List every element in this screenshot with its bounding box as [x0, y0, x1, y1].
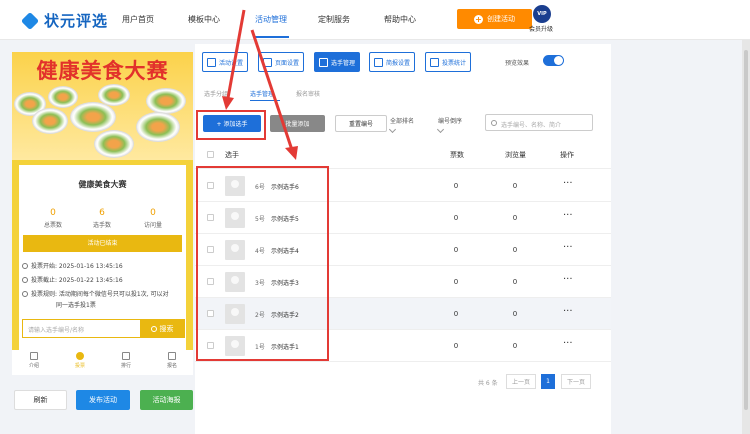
preview-tab-intro[interactable]: 介绍 [14, 352, 54, 369]
select-all-checkbox[interactable] [207, 151, 214, 158]
refresh-button[interactable]: 刷新 [14, 390, 67, 410]
chevron-down-icon [388, 125, 397, 134]
column-votes[interactable]: 票数 [450, 150, 464, 160]
column-views[interactable]: 浏览量 [505, 150, 526, 160]
search-icon [491, 120, 497, 126]
more-options-icon[interactable]: ··· [563, 338, 573, 349]
batch-add-button[interactable]: 批量添加 [270, 115, 325, 132]
clock-icon [22, 277, 28, 283]
scrollbar-thumb[interactable] [744, 50, 748, 410]
vote-stats-button[interactable]: 投票统计 [425, 52, 472, 72]
page-1-button[interactable]: 1 [541, 374, 555, 389]
logo-icon [20, 11, 40, 30]
stat-total-votes: 0 总票数 [43, 208, 62, 229]
mobile-preview: 健康美食大赛 健康美食大赛 0 总票数 6 选手数 0 访问量 活动已结束 投票… [12, 52, 193, 357]
contestant-management-button[interactable]: 选手管理 [314, 52, 361, 72]
search-icon [150, 325, 157, 332]
more-options-icon[interactable]: ··· [563, 178, 573, 189]
brief-settings-button[interactable]: 简报设置 [369, 52, 416, 72]
preview-toggle[interactable] [543, 55, 564, 66]
food-plate-image [48, 86, 78, 108]
number-sort-dropdown[interactable]: 编号倒序 [436, 116, 462, 134]
intro-icon [30, 352, 38, 360]
preview-tab-signup[interactable]: 报名 [152, 352, 192, 369]
page-icon [263, 57, 272, 67]
rank-icon [122, 352, 130, 360]
vip-icon[interactable]: VIP [533, 5, 551, 23]
next-page-button[interactable]: 下一页 [561, 374, 591, 389]
nav-item-help[interactable]: 帮助中心 [384, 14, 416, 25]
preview-tab-rank[interactable]: 排行 [106, 352, 146, 369]
column-contestant: 选手 [225, 151, 239, 159]
list-icon [374, 57, 383, 67]
more-options-icon[interactable]: ··· [563, 242, 573, 253]
subtab-active-indicator [250, 100, 280, 101]
plus-icon: + [474, 14, 483, 24]
rank-filter-dropdown[interactable]: 全部排名 [388, 116, 414, 134]
prev-page-button[interactable]: 上一页 [506, 374, 536, 389]
preview-bottom-tabs: 介绍 投票 排行 报名 [12, 350, 193, 375]
more-options-icon[interactable]: ··· [563, 210, 573, 221]
signup-icon [168, 352, 176, 360]
vip-upgrade-label[interactable]: 会员升级 [529, 24, 553, 33]
event-banner: 健康美食大赛 [12, 52, 193, 160]
event-title: 健康美食大赛 [78, 180, 127, 189]
contestant-search-input[interactable]: 选手编号、名称、简介 [485, 114, 593, 131]
nav-item-templates[interactable]: 模板中心 [188, 14, 220, 25]
publish-button[interactable]: 发布活动 [76, 390, 130, 410]
brand-name: 状元评选 [44, 12, 109, 30]
page-scrollbar[interactable] [742, 40, 750, 434]
chevron-down-icon [436, 125, 445, 134]
pagination-total: 共 6 条 [478, 380, 498, 387]
logo[interactable]: 状元评选 [20, 10, 109, 31]
tab-signup-review[interactable]: 报名审核 [296, 89, 320, 98]
food-plate-image [70, 102, 116, 132]
vote-end-line: 投票截止: 2025-01-22 13:45:16 [22, 275, 123, 286]
stat-visits: 0 访问量 [143, 208, 162, 229]
page-settings-button[interactable]: 页面设置 [258, 52, 305, 72]
food-plate-image [94, 130, 134, 158]
nav-active-indicator [253, 36, 289, 38]
banner-title: 健康美食大赛 [36, 59, 169, 83]
preview-tab-vote[interactable]: 投票 [60, 352, 100, 369]
annotation-box-contestant-list [196, 166, 329, 361]
gear-icon [207, 57, 216, 67]
reset-number-button[interactable]: 重置编号 [335, 115, 387, 132]
poster-button[interactable]: 活动海报 [140, 390, 193, 410]
food-plate-image [32, 108, 68, 134]
nav-item-activity[interactable]: 活动管理 [255, 14, 287, 25]
vote-rule-line: 投票规则: 活动期间每个微信号只可以投1次, 可以对 [22, 289, 169, 300]
activity-settings-button[interactable]: 活动设置 [202, 52, 249, 72]
preview-search-button[interactable]: 搜索 [140, 320, 184, 337]
clock-icon [22, 263, 28, 269]
top-nav: 状元评选 用户首页 模板中心 活动管理 定制服务 帮助中心 + 创建活动 VIP… [0, 0, 750, 40]
create-activity-button[interactable]: + 创建活动 [457, 9, 532, 29]
more-options-icon[interactable]: ··· [563, 274, 573, 285]
vote-start-line: 投票开始: 2025-01-16 13:45:16 [22, 261, 123, 272]
table-header: 选手 票数 浏览量 操作 [195, 141, 611, 169]
column-actions: 操作 [560, 151, 574, 159]
info-icon [22, 291, 28, 297]
tab-contestant-management[interactable]: 选手管理 [250, 89, 274, 98]
toggle-knob [554, 56, 563, 65]
status-badge: 活动已结束 [23, 235, 182, 252]
event-info-card: 健康美食大赛 0 总票数 6 选手数 0 访问量 活动已结束 投票开始: 202… [19, 165, 186, 351]
nav-item-custom[interactable]: 定制服务 [318, 14, 350, 25]
users-icon [319, 57, 328, 67]
create-activity-label: 创建活动 [487, 15, 515, 23]
nav-item-home[interactable]: 用户首页 [122, 14, 154, 25]
vote-rule-line-2: 同一选手投1票 [56, 302, 96, 309]
annotation-box-add-button [196, 110, 266, 140]
food-plate-image [146, 88, 186, 114]
stat-contestants: 6 选手数 [92, 208, 111, 229]
preview-toggle-label: 预览效果 [505, 60, 530, 67]
more-options-icon[interactable]: ··· [563, 306, 573, 317]
bar-chart-icon [430, 57, 439, 67]
preview-search-input[interactable]: 请输入选手编号/名称 搜索 [22, 319, 185, 338]
user-icon [76, 352, 84, 360]
food-plate-image [136, 112, 180, 142]
tab-contestant-groups[interactable]: 选手分组 [204, 89, 228, 98]
